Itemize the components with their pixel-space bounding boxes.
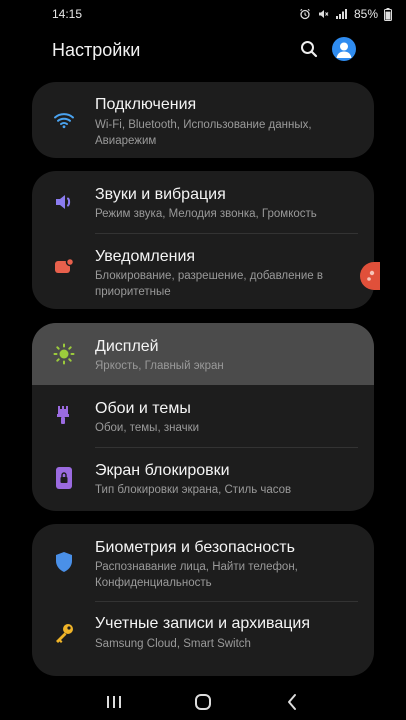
settings-item-subtitle: Обои, темы, значки — [95, 422, 200, 434]
settings-card-sounds: Звуки и вибрация Режим звука, Мелодия зв… — [32, 171, 374, 309]
settings-item-subtitle: Тип блокировки экрана, Стиль часов — [95, 484, 292, 496]
wifi-icon — [52, 108, 76, 132]
alarm-icon — [299, 8, 311, 20]
settings-item-subtitle: Режим звука, Мелодия звонка, Громкость — [95, 208, 317, 220]
key-icon — [52, 621, 76, 645]
brush-icon — [52, 403, 76, 427]
mute-icon — [317, 8, 329, 20]
settings-item-display[interactable]: Дисплей Яркость, Главный экран — [32, 323, 374, 385]
settings-item-accounts[interactable]: Учетные записи и архивация Samsung Cloud… — [32, 601, 374, 676]
settings-item-themes[interactable]: Обои и темы Обои, темы, значки — [32, 385, 374, 447]
settings-item-notifications[interactable]: Уведомления Блокирование, разрешение, до… — [32, 233, 374, 309]
app-header: Настройки — [0, 28, 406, 72]
status-time: 14:15 — [52, 7, 83, 21]
settings-item-security[interactable]: Биометрия и безопасность Распознавание л… — [32, 524, 374, 601]
settings-item-title: Учетные записи и архивация — [95, 615, 311, 632]
settings-item-title: Обои и темы — [95, 400, 191, 417]
settings-item-title: Дисплей — [95, 338, 159, 355]
home-icon[interactable] — [191, 690, 215, 714]
settings-item-sounds[interactable]: Звуки и вибрация Режим звука, Мелодия зв… — [32, 171, 374, 233]
battery-icon — [384, 7, 392, 21]
settings-card-security: Биометрия и безопасность Распознавание л… — [32, 524, 374, 676]
status-bar: 14:15 85% — [0, 0, 406, 28]
settings-item-title: Звуки и вибрация — [95, 186, 226, 203]
shield-icon — [52, 550, 76, 574]
settings-item-connections[interactable]: Подключения Wi-Fi, Bluetooth, Использова… — [32, 82, 374, 158]
display-sun-icon — [52, 342, 76, 366]
page-title: Настройки — [52, 40, 141, 60]
settings-item-subtitle: Wi-Fi, Bluetooth, Использование данных, … — [95, 119, 312, 147]
settings-item-title: Подключения — [95, 96, 197, 113]
lock-screen-icon — [52, 466, 76, 490]
notifications-icon — [52, 255, 76, 279]
settings-item-subtitle: Яркость, Главный экран — [95, 360, 224, 372]
settings-card-display: Дисплей Яркость, Главный экран Обои и те… — [32, 323, 374, 511]
edge-panel-handle[interactable] — [360, 262, 380, 290]
settings-card-connections: Подключения Wi-Fi, Bluetooth, Использова… — [32, 82, 374, 158]
settings-item-subtitle: Samsung Cloud, Smart Switch — [95, 638, 251, 650]
profile-icon[interactable] — [332, 37, 356, 61]
settings-item-title: Биометрия и безопасность — [95, 539, 295, 556]
sound-icon — [52, 190, 76, 214]
settings-item-subtitle: Блокирование, разрешение, добавление в п… — [95, 270, 323, 298]
settings-item-subtitle: Распознавание лица, Найти телефон, Конфи… — [95, 561, 298, 589]
signal-icon — [335, 8, 348, 20]
battery-percent: 85% — [353, 7, 378, 21]
recent-apps-icon[interactable] — [102, 690, 126, 714]
search-icon[interactable] — [298, 38, 320, 60]
settings-item-title: Экран блокировки — [95, 462, 230, 479]
navigation-bar — [0, 684, 406, 720]
settings-item-title: Уведомления — [95, 248, 196, 265]
settings-item-lock-screen[interactable]: Экран блокировки Тип блокировки экрана, … — [32, 447, 374, 511]
status-icons: 85% — [299, 7, 392, 21]
back-icon[interactable] — [280, 690, 304, 714]
